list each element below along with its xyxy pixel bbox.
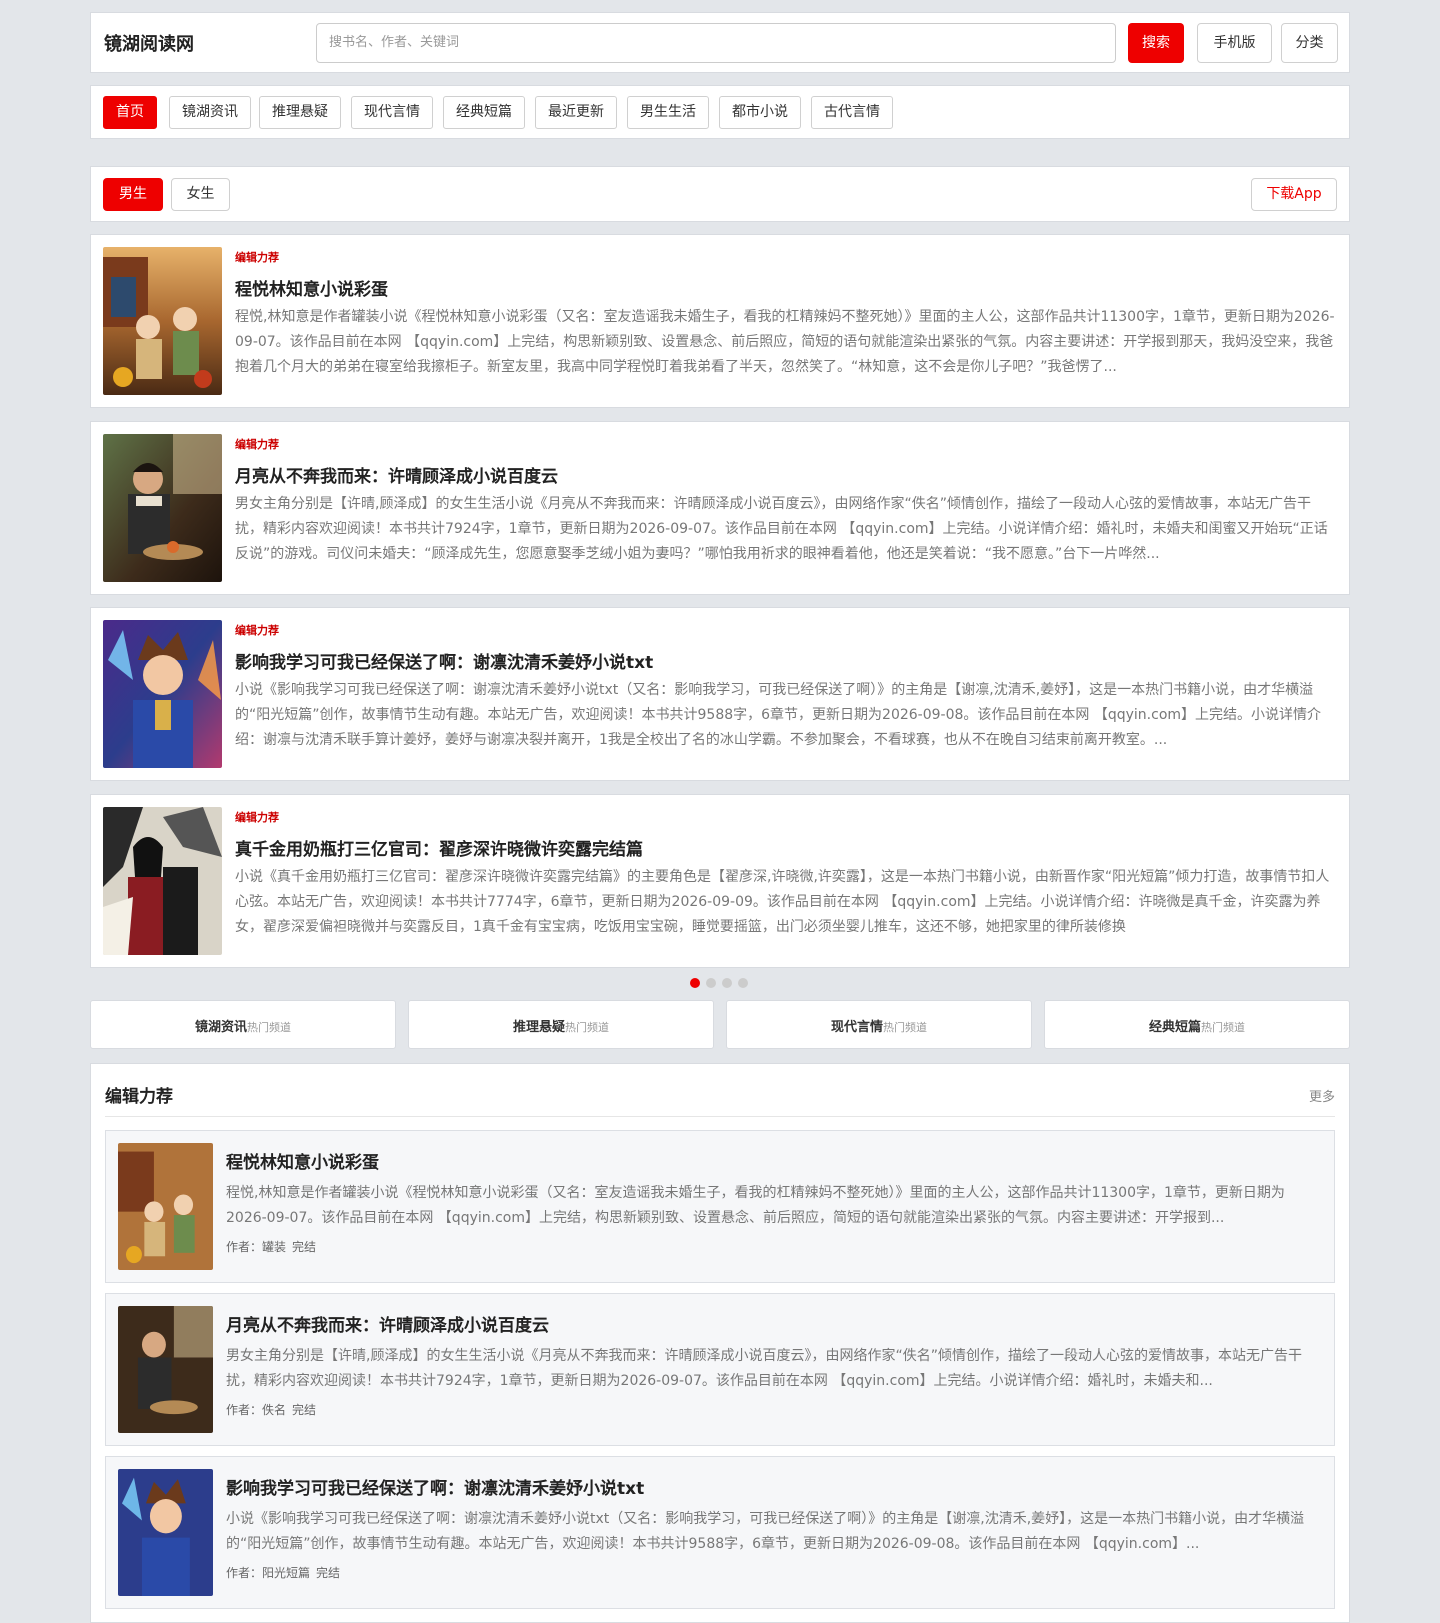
status-badge: 完结 [316,1566,341,1580]
book-cover-image[interactable] [118,1143,213,1270]
channel-name: 推理悬疑 [512,1020,565,1035]
book-description: 小说《影响我学习可我已经保送了啊：谢凛沈清禾姜妤小说txt（又名：影响我学习，可… [226,1511,1305,1552]
carousel-card[interactable]: 编辑力荐 真千金用奶瓶打三亿官司：翟彦深许晓微许奕露完结篇 小说《真千金用奶瓶打… [90,794,1350,968]
recommend-tag: 编辑力荐 [235,438,279,451]
search-button[interactable]: 搜索 [1128,23,1184,63]
nav-item-news[interactable]: 镜湖资讯 [169,96,251,129]
author-name[interactable]: 佚名 [262,1403,286,1417]
nav-item-home[interactable]: 首页 [103,96,157,129]
book-title[interactable]: 影响我学习可我已经保送了啊：谢凛沈清禾姜妤小说txt [235,648,653,673]
recommend-tag: 编辑力荐 [235,624,279,637]
channel-name: 经典短篇 [1148,1020,1201,1035]
book-title[interactable]: 真千金用奶瓶打三亿官司：翟彦深许晓微许奕露完结篇 [235,835,643,860]
channel-card[interactable]: 现代言情热门频道 [726,1000,1032,1049]
list-item[interactable]: 影响我学习可我已经保送了啊：谢凛沈清禾姜妤小说txt 小说《影响我学习可我已经保… [105,1456,1335,1609]
book-description: 男女主角分别是【许晴,顾泽成】的女生生活小说《月亮从不奔我而来：许晴顾泽成小说百… [235,496,1328,562]
nav-item-recent[interactable]: 最近更新 [535,96,617,129]
channel-subtitle: 热门频道 [565,1021,609,1034]
author-label: 作者： [226,1566,263,1580]
site-logo[interactable]: 镜湖阅读网 [104,30,194,56]
book-title[interactable]: 程悦林知意小说彩蛋 [235,275,388,300]
book-title[interactable]: 月亮从不奔我而来：许晴顾泽成小说百度云 [235,462,558,487]
book-description: 男女主角分别是【许晴,顾泽成】的女生生活小说《月亮从不奔我而来：许晴顾泽成小说百… [226,1348,1302,1389]
book-cover-image[interactable] [103,247,222,395]
more-link[interactable]: 更多 [1309,1086,1335,1105]
download-app-button[interactable]: 下载App [1251,178,1337,211]
channel-subtitle: 热门频道 [247,1021,291,1034]
mobile-version-button[interactable]: 手机版 [1197,23,1272,63]
editor-picks-section: 编辑力荐 更多 程悦林知意小说彩蛋 程悦,林知意是作者罐装小说《程悦林知意小说彩… [90,1063,1350,1623]
book-description: 小说《真千金用奶瓶打三亿官司：翟彦深许晓微许奕露完结篇》的主要角色是【翟彦深,许… [235,869,1330,935]
channel-name: 镜湖资讯 [194,1020,247,1035]
carousel-dot[interactable] [722,978,732,988]
nav-item-modern-romance[interactable]: 现代言情 [351,96,433,129]
book-cover-image[interactable] [103,807,222,955]
author-name[interactable]: 阳光短篇 [262,1566,310,1580]
search-input[interactable]: 搜书名、作者、关键词 [316,23,1116,63]
author-label: 作者： [226,1240,263,1254]
channel-subtitle: 热门频道 [1201,1021,1245,1034]
channel-card[interactable]: 镜湖资讯热门频道 [90,1000,396,1049]
list-item[interactable]: 月亮从不奔我而来：许晴顾泽成小说百度云 男女主角分别是【许晴,顾泽成】的女生生活… [105,1293,1335,1446]
section-divider [105,1116,1335,1117]
book-description: 程悦,林知意是作者罐装小说《程悦林知意小说彩蛋（又名：室友造谣我未婚生子，看我的… [226,1185,1285,1226]
carousel-dot[interactable] [690,978,700,988]
carousel-dot[interactable] [706,978,716,988]
tab-female[interactable]: 女生 [171,178,230,211]
tab-male[interactable]: 男生 [103,178,163,211]
status-badge: 完结 [292,1240,317,1254]
book-cover-image[interactable] [118,1469,213,1596]
channel-card[interactable]: 推理悬疑热门频道 [408,1000,714,1049]
carousel-card[interactable]: 编辑力荐 影响我学习可我已经保送了啊：谢凛沈清禾姜妤小说txt 小说《影响我学习… [90,607,1350,781]
main-nav: 首页 镜湖资讯 推理悬疑 现代言情 经典短篇 最近更新 男生生活 都市小说 古代… [90,85,1350,139]
category-button[interactable]: 分类 [1281,23,1338,63]
site-header: 镜湖阅读网 搜书名、作者、关键词 搜索 手机版 分类 [90,12,1350,73]
carousel-card[interactable]: 编辑力荐 月亮从不奔我而来：许晴顾泽成小说百度云 男女主角分别是【许晴,顾泽成】… [90,421,1350,595]
book-cover-image[interactable] [118,1306,213,1433]
nav-item-male-life[interactable]: 男生生活 [627,96,709,129]
book-description: 程悦,林知意是作者罐装小说《程悦林知意小说彩蛋（又名：室友造谣我未婚生子，看我的… [235,309,1335,375]
recommend-tag: 编辑力荐 [235,811,279,824]
carousel-pagination [690,978,748,988]
carousel-dot[interactable] [738,978,748,988]
book-title[interactable]: 程悦林知意小说彩蛋 [226,1148,379,1173]
book-title[interactable]: 影响我学习可我已经保送了啊：谢凛沈清禾姜妤小说txt [226,1474,644,1499]
status-badge: 完结 [292,1403,317,1417]
recommend-tag: 编辑力荐 [235,251,279,264]
nav-item-urban[interactable]: 都市小说 [719,96,801,129]
author-name[interactable]: 罐装 [262,1240,286,1254]
section-title: 编辑力荐 [105,1087,173,1107]
book-cover-image[interactable] [103,620,222,768]
book-title[interactable]: 月亮从不奔我而来：许晴顾泽成小说百度云 [226,1311,549,1336]
author-label: 作者： [226,1403,263,1417]
nav-item-ancient-romance[interactable]: 古代言情 [811,96,893,129]
nav-item-classic-short[interactable]: 经典短篇 [443,96,525,129]
channel-card[interactable]: 经典短篇热门频道 [1044,1000,1350,1049]
list-item[interactable]: 程悦林知意小说彩蛋 程悦,林知意是作者罐装小说《程悦林知意小说彩蛋（又名：室友造… [105,1130,1335,1283]
book-meta: 作者：罐装 完结 [226,1238,322,1255]
channel-name: 现代言情 [830,1020,883,1035]
book-meta: 作者：阳光短篇 完结 [226,1564,346,1581]
book-meta: 作者：佚名 完结 [226,1401,322,1418]
nav-item-mystery[interactable]: 推理悬疑 [259,96,341,129]
gender-tabs: 男生 女生 下载App [90,166,1350,222]
carousel-card[interactable]: 编辑力荐 程悦林知意小说彩蛋 程悦,林知意是作者罐装小说《程悦林知意小说彩蛋（又… [90,234,1350,408]
channel-subtitle: 热门频道 [883,1021,927,1034]
book-description: 小说《影响我学习可我已经保送了啊：谢凛沈清禾姜妤小说txt（又名：影响我学习，可… [235,682,1322,748]
book-cover-image[interactable] [103,434,222,582]
